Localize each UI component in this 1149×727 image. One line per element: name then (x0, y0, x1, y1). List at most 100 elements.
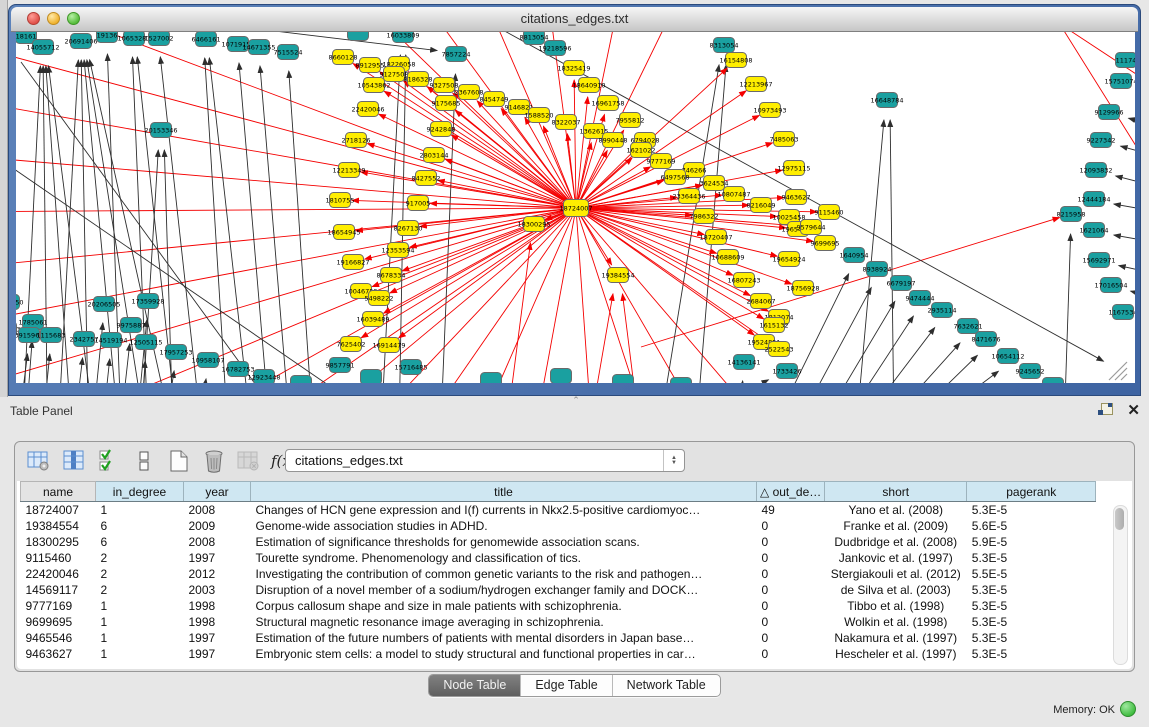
table-cell[interactable]: Nakamura et al. (1997) (825, 630, 967, 646)
graph-node[interactable] (1043, 378, 1064, 384)
table-cell[interactable]: 2009 (184, 518, 251, 534)
window-titlebar[interactable]: citations_edges.txt (11, 7, 1138, 32)
table-cell[interactable]: 2008 (184, 534, 251, 550)
table-cell[interactable]: Hescheler et al. (1997) (825, 646, 967, 662)
table-row[interactable]: 1872400712008Changes of HCN gene express… (21, 502, 1096, 518)
table-cell[interactable]: 1 (96, 598, 184, 614)
table-row[interactable]: 911546021997Tourette syndrome. Phenomeno… (21, 550, 1096, 566)
table-cell[interactable]: Franke et al. (2009) (825, 518, 967, 534)
table-cell[interactable]: 9115460 (21, 550, 96, 566)
table-cell[interactable]: Jankovic et al. (1997) (825, 550, 967, 566)
table-cell[interactable]: Wolkin et al. (1998) (825, 614, 967, 630)
table-row[interactable]: 946362711997Embryonic stem cells: a mode… (21, 646, 1096, 662)
graph-node[interactable] (291, 376, 312, 384)
table-cell[interactable]: Structural magnetic resonance image aver… (251, 614, 757, 630)
table-cell[interactable]: 5.3E-5 (967, 502, 1096, 518)
table-cell[interactable]: 22420046 (21, 566, 96, 582)
table-vertical-scrollbar[interactable] (1113, 505, 1128, 665)
create-table-icon[interactable] (164, 447, 194, 475)
table-cell[interactable]: 9465546 (21, 630, 96, 646)
table-row[interactable]: 969969511998Structural magnetic resonanc… (21, 614, 1096, 630)
table-cell[interactable]: Dudbridge et al. (2008) (825, 534, 967, 550)
table-row[interactable]: 946554611997Estimation of the future num… (21, 630, 1096, 646)
table-cell[interactable]: 2003 (184, 582, 251, 598)
select-all-columns-icon[interactable] (94, 447, 124, 475)
show-columns-icon[interactable] (59, 447, 89, 475)
table-cell[interactable]: 6 (96, 534, 184, 550)
table-select-dropdown[interactable]: citations_edges.txt ▲▼ (285, 449, 685, 472)
column-header-year[interactable]: year (184, 482, 251, 502)
column-header-out_de[interactable]: △ out_de… (757, 482, 825, 502)
delete-table-icon[interactable] (199, 447, 229, 475)
table-cell[interactable]: Estimation of significance thresholds fo… (251, 534, 757, 550)
table-row[interactable]: 2242004622012Investigating the contribut… (21, 566, 1096, 582)
tab-edge-table[interactable]: Edge Table (520, 675, 611, 696)
table-cell[interactable]: 5.3E-5 (967, 630, 1096, 646)
table-cell[interactable]: 5.3E-5 (967, 598, 1096, 614)
table-cell[interactable]: 2008 (184, 502, 251, 518)
table-cell[interactable]: Yano et al. (2008) (825, 502, 967, 518)
table-cell[interactable]: 1 (96, 614, 184, 630)
table-cell[interactable]: 1 (96, 502, 184, 518)
graph-node[interactable] (481, 373, 502, 384)
table-cell[interactable]: 9777169 (21, 598, 96, 614)
table-cell[interactable]: 0 (757, 534, 825, 550)
table-cell[interactable]: 0 (757, 646, 825, 662)
table-cell[interactable]: 5.5E-5 (967, 566, 1096, 582)
table-cell[interactable]: 0 (757, 566, 825, 582)
table-cell[interactable]: Genome-wide association studies in ADHD. (251, 518, 757, 534)
graph-node[interactable] (348, 32, 369, 41)
network-canvas[interactable]: 1872400786601288912955182260589127508818… (16, 32, 1135, 383)
graph-node[interactable] (613, 375, 634, 384)
table-cell[interactable]: 9699695 (21, 614, 96, 630)
table-cell[interactable]: 1 (96, 646, 184, 662)
table-options-icon[interactable] (24, 447, 54, 475)
table-cell[interactable]: Tibbo et al. (1998) (825, 598, 967, 614)
graph-node[interactable] (551, 369, 572, 384)
table-cell[interactable]: 1 (96, 630, 184, 646)
table-cell[interactable]: 0 (757, 550, 825, 566)
column-header-pagerank[interactable]: pagerank (967, 482, 1096, 502)
table-cell[interactable]: Changes of HCN gene expression and I(f) … (251, 502, 757, 518)
table-cell[interactable]: Corpus callosum shape and size in male p… (251, 598, 757, 614)
table-cell[interactable]: 1997 (184, 550, 251, 566)
table-cell[interactable]: 5.6E-5 (967, 518, 1096, 534)
table-cell[interactable]: 6 (96, 518, 184, 534)
tab-network-table[interactable]: Network Table (612, 675, 720, 696)
tab-node-table[interactable]: Node Table (429, 675, 520, 696)
memory-ok-indicator[interactable] (1120, 701, 1136, 717)
table-cell[interactable]: 0 (757, 630, 825, 646)
table-cell[interactable]: 5.9E-5 (967, 534, 1096, 550)
table-cell[interactable]: 1998 (184, 598, 251, 614)
table-cell[interactable]: 49 (757, 502, 825, 518)
table-row[interactable]: 1456911722003Disruption of a novel membe… (21, 582, 1096, 598)
table-cell[interactable]: Stergiakouli et al. (2012) (825, 566, 967, 582)
table-cell[interactable]: 5.3E-5 (967, 550, 1096, 566)
table-cell[interactable]: Disruption of a novel member of a sodium… (251, 582, 757, 598)
table-row[interactable]: 977716911998Corpus callosum shape and si… (21, 598, 1096, 614)
table-cell[interactable]: 2 (96, 582, 184, 598)
table-cell[interactable]: 1998 (184, 614, 251, 630)
table-cell[interactable]: 2 (96, 566, 184, 582)
float-panel-icon[interactable] (1098, 403, 1113, 417)
table-cell[interactable]: Embryonic stem cells: a model to study s… (251, 646, 757, 662)
table-cell[interactable]: Estimation of the future numbers of pati… (251, 630, 757, 646)
table-cell[interactable]: Tourette syndrome. Phenomenology and cla… (251, 550, 757, 566)
table-cell[interactable]: 1997 (184, 646, 251, 662)
table-cell[interactable]: 18300295 (21, 534, 96, 550)
scrollbar-thumb[interactable] (1115, 508, 1124, 530)
table-cell[interactable]: 5.3E-5 (967, 582, 1096, 598)
table-cell[interactable]: 0 (757, 582, 825, 598)
table-cell[interactable]: 0 (757, 518, 825, 534)
table-row[interactable]: 1830029562008Estimation of significance … (21, 534, 1096, 550)
table-cell[interactable]: 2012 (184, 566, 251, 582)
column-header-in_degree[interactable]: in_degree (96, 482, 184, 502)
canvas-resize-grip-icon[interactable] (1109, 362, 1127, 380)
table-cell[interactable]: 5.3E-5 (967, 646, 1096, 662)
column-header-short[interactable]: short (825, 482, 967, 502)
table-cell[interactable]: 9463627 (21, 646, 96, 662)
table-cell[interactable]: 19384554 (21, 518, 96, 534)
table-cell[interactable]: 2 (96, 550, 184, 566)
table-cell[interactable]: 1997 (184, 630, 251, 646)
column-header-title[interactable]: title (251, 482, 757, 502)
